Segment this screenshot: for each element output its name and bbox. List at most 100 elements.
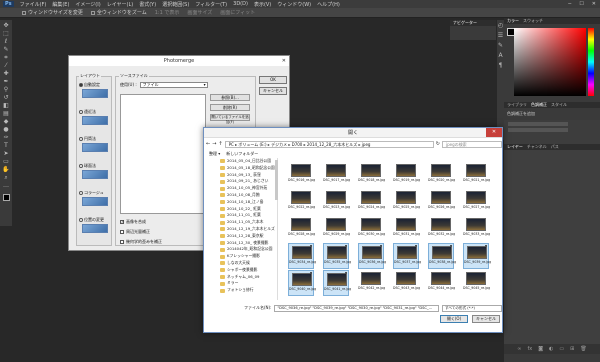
file-thumbnail[interactable]: DSC_9029_re.jpg bbox=[323, 216, 350, 242]
menu-filter[interactable]: フィルター(T) bbox=[195, 1, 227, 8]
remove-button[interactable]: 削除(R) bbox=[210, 104, 250, 111]
tab-color[interactable]: カラー bbox=[507, 18, 519, 24]
folder-tree-item[interactable]: 2014_10_22_ 紅葉 bbox=[206, 206, 277, 213]
menu-select[interactable]: 選択範囲(S) bbox=[162, 1, 189, 8]
radio-icon[interactable] bbox=[79, 191, 83, 195]
menu-help[interactable]: ヘルプ(H) bbox=[317, 1, 340, 8]
folder-tree-item[interactable]: 2014_09_21_ あじさい bbox=[206, 178, 277, 185]
file-thumbnail[interactable]: DSC_9043_re.jpg bbox=[393, 270, 420, 296]
file-thumbnail[interactable]: DSC_9023_re.jpg bbox=[323, 189, 350, 215]
use-select[interactable]: ファイル bbox=[139, 82, 208, 88]
file-thumbnail[interactable]: DSC_9045_re.jpg bbox=[463, 270, 490, 296]
folder-tree-scrollbar[interactable] bbox=[275, 160, 278, 200]
folder-tree-item[interactable]: 2014_05_18_昭和記念公園 bbox=[206, 165, 277, 172]
ok-button[interactable]: OK bbox=[259, 76, 287, 84]
refresh-icon[interactable]: ↻ bbox=[436, 141, 440, 147]
filetype-select[interactable]: すべての形式 (*.*) bbox=[442, 304, 502, 312]
file-thumbnail[interactable]: DSC_9040_re.jpg bbox=[288, 270, 316, 296]
quick-select-tool-icon[interactable]: ✎ bbox=[2, 47, 10, 53]
option-fill-screen[interactable]: 画面にフィット bbox=[220, 9, 255, 16]
radio-icon[interactable] bbox=[79, 164, 83, 168]
option-zoom-all[interactable]: 全ウィンドウをズーム bbox=[90, 9, 147, 16]
checkbox-icon[interactable] bbox=[120, 219, 124, 224]
color-field[interactable] bbox=[514, 28, 586, 96]
brush-tool-icon[interactable]: ✒ bbox=[2, 79, 10, 85]
distortion-option[interactable]: 幾何学的歪みを補正 bbox=[120, 239, 162, 245]
adjustment-row[interactable] bbox=[508, 122, 568, 126]
file-thumbnail[interactable]: DSC_9030_re.jpg bbox=[358, 216, 385, 242]
checkbox-icon[interactable] bbox=[120, 230, 124, 234]
folder-tree-item[interactable]: シャボー夜景撮影 bbox=[206, 267, 277, 274]
folder-tree-item[interactable]: Kフレッシャー撮影 bbox=[206, 253, 277, 260]
layout-cylindrical[interactable]: 円筒法 bbox=[79, 136, 111, 152]
maximize-icon[interactable]: ☐ bbox=[579, 1, 583, 7]
menu-image[interactable]: イメージ(I) bbox=[75, 1, 100, 8]
lasso-tool-icon[interactable]: ℓ bbox=[2, 39, 10, 45]
folder-tree-item[interactable]: 2014_12_30_ 夜景撮影 bbox=[206, 240, 277, 247]
new-folder-button[interactable]: 新しいフォルダー bbox=[226, 151, 258, 157]
eyedropper-tool-icon[interactable]: ⁄ bbox=[2, 63, 10, 69]
trash-icon[interactable]: 🗑 bbox=[580, 346, 586, 352]
file-thumbnail[interactable]: DSC_9027_re.jpg bbox=[463, 189, 490, 215]
menu-file[interactable]: ファイル(F) bbox=[20, 1, 47, 8]
tab-libraries[interactable]: ライブラリ bbox=[507, 102, 527, 108]
option-100[interactable]: 1:1 で表示 bbox=[155, 9, 180, 16]
folder-tree-item[interactable]: 2014_12_19_六本木ヒルズ bbox=[206, 226, 277, 233]
layout-spherical[interactable]: 球面法 bbox=[79, 163, 111, 179]
file-thumbnail[interactable]: DSC_9039_re.jpg bbox=[463, 243, 491, 269]
search-input[interactable]: jpegの検索 bbox=[442, 140, 502, 148]
menu-type[interactable]: 書式(Y) bbox=[139, 1, 156, 8]
close-icon[interactable]: ✕ bbox=[282, 56, 286, 66]
folder-tree-item[interactable]: 2014_09_13_ 荻窪 bbox=[206, 172, 277, 179]
layout-reposition[interactable]: 位置の変更 bbox=[79, 217, 111, 233]
crop-tool-icon[interactable]: ⌗ bbox=[2, 55, 10, 61]
folder-icon[interactable]: ▭ bbox=[559, 346, 564, 352]
path-select-tool-icon[interactable]: ➤ bbox=[2, 151, 10, 157]
radio-icon[interactable] bbox=[79, 137, 83, 141]
file-thumbnail[interactable]: DSC_9022_re.jpg bbox=[288, 189, 315, 215]
file-thumbnail[interactable]: DSC_9044_re.jpg bbox=[428, 270, 455, 296]
file-thumbnail[interactable]: DSC_9028_re.jpg bbox=[288, 216, 315, 242]
adjustment-layer-icon[interactable]: ◐ bbox=[549, 346, 553, 352]
close-icon[interactable]: ✕ bbox=[486, 128, 502, 137]
folder-tree-item[interactable]: 2014_11_05_六本木 bbox=[206, 219, 277, 226]
close-icon[interactable]: ✕ bbox=[592, 1, 596, 7]
adjustment-row[interactable] bbox=[508, 128, 568, 132]
folder-tree-item[interactable]: 2014_10_08_月蝕 bbox=[206, 192, 277, 199]
cancel-button[interactable]: キャンセル bbox=[472, 315, 500, 323]
filename-input[interactable]: "DSC_9036_re.jpg" "DSC_9039_re.jpg" "DSC… bbox=[274, 304, 439, 312]
stamp-tool-icon[interactable]: ⚲ bbox=[2, 87, 10, 93]
option-fit-screen[interactable]: 画面サイズ bbox=[187, 9, 212, 16]
blend-images-option[interactable]: 画像を合成 bbox=[120, 219, 162, 225]
menu-3d[interactable]: 3D(D) bbox=[233, 1, 248, 7]
file-thumbnail[interactable]: DSC_9031_re.jpg bbox=[393, 216, 420, 242]
folder-tree-item[interactable]: しなの大天候 bbox=[206, 260, 277, 267]
tab-styles[interactable]: スタイル bbox=[551, 102, 567, 108]
file-thumbnail[interactable]: DSC_9020_re.jpg bbox=[428, 162, 455, 188]
folder-tree-item[interactable]: 2014_11_01_ 紅葉 bbox=[206, 212, 277, 219]
more-tools-icon[interactable]: … bbox=[2, 183, 10, 189]
forward-icon[interactable]: → bbox=[212, 141, 216, 147]
file-thumbnail[interactable]: DSC_9041_re.jpg bbox=[323, 270, 351, 296]
file-thumbnail[interactable]: DSC_9019_re.jpg bbox=[393, 162, 420, 188]
add-open-files-button[interactable]: 開いているファイルを追加(F) bbox=[210, 114, 250, 124]
option-resize-window[interactable]: ウィンドウサイズを変更 bbox=[22, 9, 83, 16]
fx-icon[interactable]: fx bbox=[527, 346, 532, 352]
type-tool-icon[interactable]: T bbox=[2, 143, 10, 149]
new-layer-icon[interactable]: ⊞ bbox=[570, 346, 574, 352]
folder-tree-item[interactable]: 2014_12_28_東京駅 bbox=[206, 233, 277, 240]
file-thumbnail[interactable]: DSC_9035_re.jpg bbox=[323, 243, 351, 269]
back-icon[interactable]: ← bbox=[206, 141, 210, 147]
folder-tree-item[interactable]: 2014_05_04_日比谷公園 bbox=[206, 158, 277, 165]
radio-icon[interactable] bbox=[79, 110, 83, 114]
file-thumbnail[interactable]: DSC_9025_re.jpg bbox=[393, 189, 420, 215]
address-bar[interactable]: PC ▸ ボリューム (E:) ▸ デジカメ ▸ D700 ▸ 2014_12_… bbox=[224, 140, 434, 148]
history-brush-icon[interactable]: ↺ bbox=[2, 95, 10, 101]
open-button[interactable]: 開く(O) bbox=[440, 315, 468, 323]
zoom-tool-icon[interactable]: ⌕ bbox=[2, 175, 10, 181]
marquee-tool-icon[interactable]: ⬚ bbox=[2, 31, 10, 37]
blur-tool-icon[interactable]: ◆ bbox=[2, 119, 10, 125]
layout-collage[interactable]: コラージュ bbox=[79, 190, 111, 206]
folder-tree-item[interactable]: 2014_10_18_江ノ島 bbox=[206, 199, 277, 206]
menu-window[interactable]: ウィンドウ(W) bbox=[277, 1, 311, 8]
